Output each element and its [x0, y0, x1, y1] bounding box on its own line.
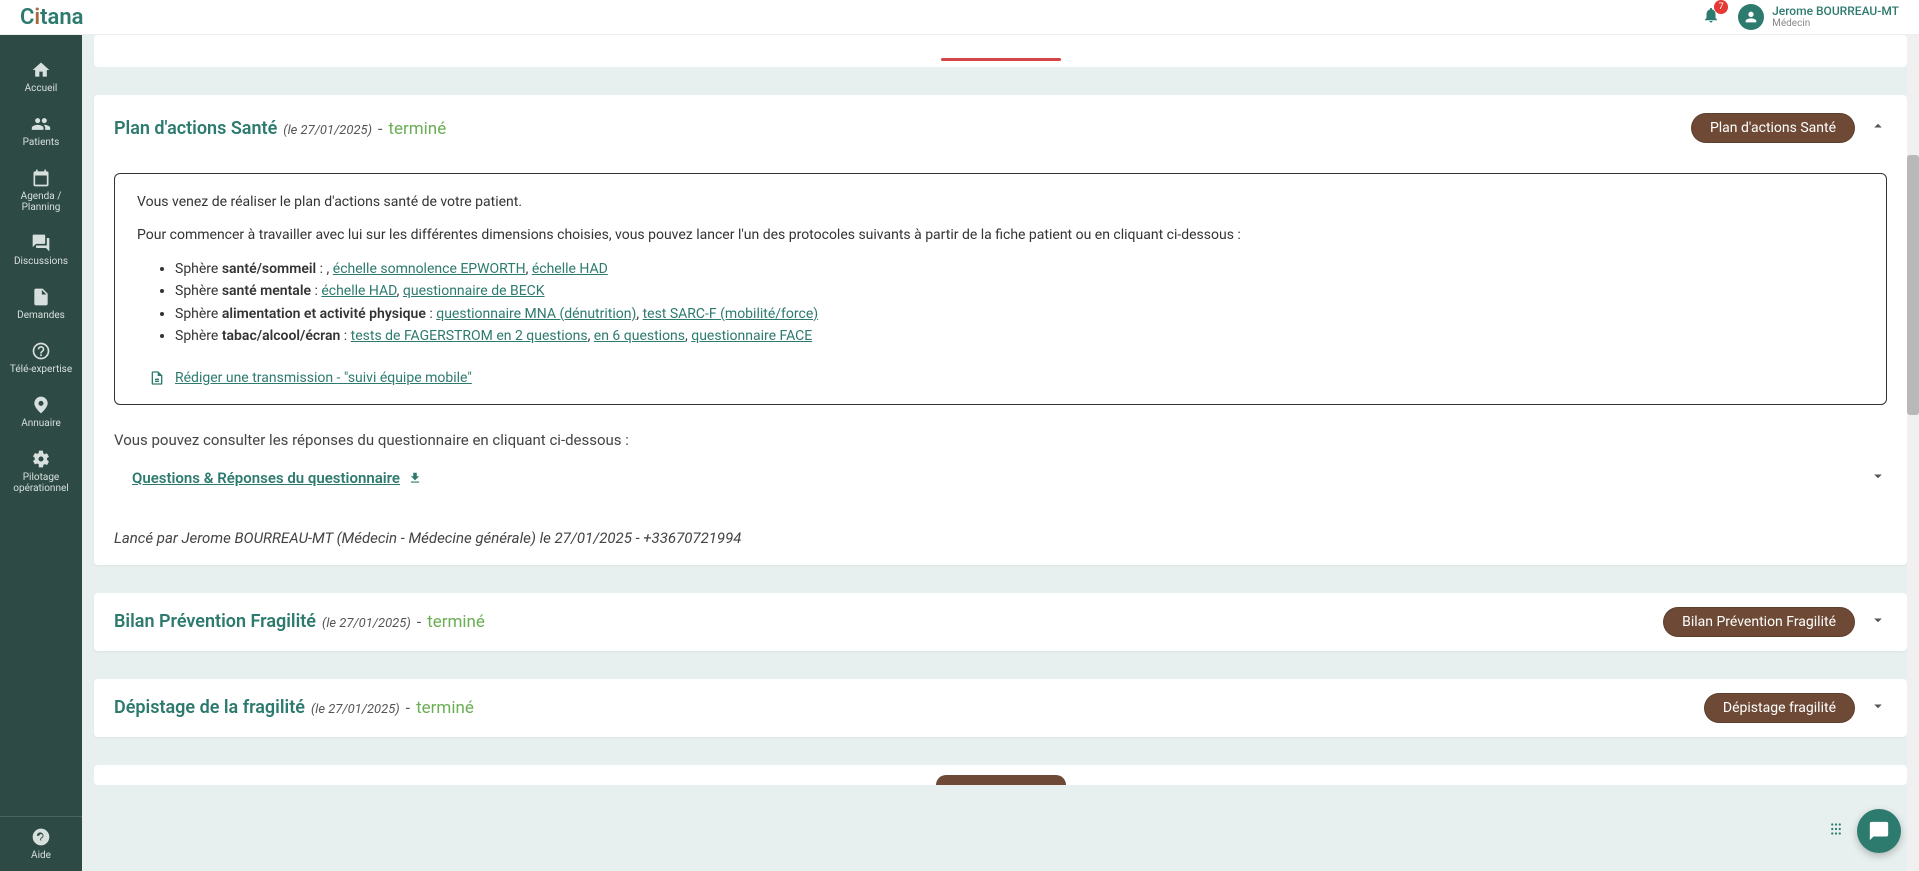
section-chip[interactable]: Dépistage fragilité — [1704, 693, 1855, 723]
scrollbar[interactable] — [1907, 35, 1919, 871]
sidebar-item-annuaire[interactable]: Annuaire — [0, 385, 82, 439]
sidebar-item-label: Patients — [23, 137, 60, 148]
section-title: Plan d'actions Santé — [114, 118, 277, 139]
protocol-link[interactable]: échelle HAD — [532, 261, 608, 277]
sidebar-item-accueil[interactable]: Accueil — [0, 50, 82, 104]
speech-bubble-icon — [1868, 820, 1890, 842]
sidebar-item-pilotage[interactable]: Pilotage opérationnel — [0, 439, 82, 504]
chevron-down-icon — [1869, 697, 1887, 715]
download-icon — [408, 471, 422, 485]
note-icon — [149, 370, 165, 386]
user-name: Jerome BOURREAU-MT — [1772, 5, 1899, 18]
notifications-button[interactable]: 7 — [1702, 6, 1720, 28]
qr-expand-toggle[interactable] — [1869, 467, 1887, 489]
section-depistage-fragilite: Dépistage de la fragilité (le 27/01/2025… — [94, 679, 1907, 737]
sidebar-item-label: Accueil — [25, 83, 58, 94]
section-header[interactable]: Plan d'actions Santé (le 27/01/2025) - t… — [114, 113, 1887, 143]
section-header[interactable]: Bilan Prévention Fragilité (le 27/01/202… — [114, 607, 1887, 637]
settings-icon — [31, 449, 51, 469]
sidebar-item-label: Demandes — [17, 310, 65, 321]
section-date: (le 27/01/2025) — [283, 123, 372, 138]
chevron-down-icon — [1869, 611, 1887, 629]
sidebar: Accueil Patients Agenda / Planning Discu… — [0, 35, 82, 871]
box-lead: Pour commencer à travailler avec lui sur… — [137, 225, 1864, 246]
sidebar-item-label: Télé-expertise — [10, 364, 72, 375]
protocol-link[interactable]: échelle somnolence EPWORTH — [333, 261, 526, 277]
chevron-up-icon — [1869, 117, 1887, 135]
section-chip[interactable]: Plan d'actions Santé — [1691, 113, 1855, 143]
user-role: Médecin — [1772, 18, 1899, 29]
sphere-item: Sphère santé mentale : échelle HAD, ques… — [175, 280, 1864, 302]
floating-actions — [1827, 809, 1901, 853]
sphere-item: Sphère tabac/alcool/écran : tests de FAG… — [175, 325, 1864, 347]
content: Plan d'actions Santé (le 27/01/2025) - t… — [82, 35, 1919, 871]
section-status: terminé — [416, 698, 474, 718]
transmission-row: Rédiger une transmission - "suivi équipe… — [137, 370, 1864, 386]
protocol-link[interactable]: échelle HAD — [321, 283, 396, 299]
sphere-item: Sphère santé/sommeil : , échelle somnole… — [175, 258, 1864, 280]
sidebar-item-demandes[interactable]: Demandes — [0, 277, 82, 331]
consult-text: Vous pouvez consulter les réponses du qu… — [114, 431, 1887, 449]
launched-by: Lancé par Jerome BOURREAU-MT (Médecin - … — [114, 529, 1887, 547]
person-icon — [1743, 9, 1759, 25]
sidebar-item-label: Annuaire — [21, 418, 61, 429]
transmission-link[interactable]: Rédiger une transmission - "suivi équipe… — [175, 370, 472, 386]
sidebar-item-agenda[interactable]: Agenda / Planning — [0, 158, 82, 223]
section-title: Dépistage de la fragilité — [114, 697, 305, 718]
logo[interactable]: Citana — [20, 5, 83, 30]
file-icon — [31, 287, 51, 307]
expand-toggle[interactable] — [1869, 697, 1887, 719]
sidebar-item-label: Pilotage opérationnel — [4, 472, 78, 494]
help-icon — [31, 341, 51, 361]
sphere-item: Sphère alimentation et activité physique… — [175, 303, 1864, 325]
section-date: (le 27/01/2025) — [311, 702, 400, 717]
collapse-toggle[interactable] — [1869, 117, 1887, 139]
expand-toggle[interactable] — [1869, 611, 1887, 633]
protocol-link[interactable]: test SARC-F (mobilité/force) — [643, 306, 819, 322]
protocol-link[interactable]: questionnaire MNA (dénutrition) — [436, 306, 636, 322]
drag-icon — [1827, 820, 1845, 838]
info-box: Vous venez de réaliser le plan d'actions… — [114, 173, 1887, 405]
chevron-down-icon — [1869, 467, 1887, 485]
home-icon — [31, 60, 51, 80]
section-bilan-prevention: Bilan Prévention Fragilité (le 27/01/202… — [94, 593, 1907, 651]
avatar — [1738, 4, 1764, 30]
sphere-list: Sphère santé/sommeil : , échelle somnole… — [137, 258, 1864, 348]
user-menu[interactable]: Jerome BOURREAU-MT Médecin — [1738, 4, 1899, 30]
questions-answers-link[interactable]: Questions & Réponses du questionnaire — [132, 469, 422, 487]
section-plan-actions: Plan d'actions Santé (le 27/01/2025) - t… — [94, 95, 1907, 565]
section-date: (le 27/01/2025) — [322, 616, 411, 631]
protocol-link[interactable]: questionnaire FACE — [691, 328, 812, 344]
section-header[interactable]: Dépistage de la fragilité (le 27/01/2025… — [114, 693, 1887, 723]
sidebar-item-patients[interactable]: Patients — [0, 104, 82, 158]
user-info: Jerome BOURREAU-MT Médecin — [1772, 5, 1899, 29]
calendar-icon — [31, 168, 51, 188]
sidebar-item-teleexpertise[interactable]: Télé-expertise — [0, 331, 82, 385]
protocol-link[interactable]: en 6 questions — [594, 328, 685, 344]
directory-icon — [31, 395, 51, 415]
drag-handle[interactable] — [1827, 820, 1845, 842]
card-stub-top — [94, 35, 1907, 67]
group-icon — [31, 114, 51, 134]
sidebar-item-label: Agenda / Planning — [4, 191, 78, 213]
protocol-link[interactable]: questionnaire de BECK — [403, 283, 545, 299]
sidebar-item-aide[interactable]: Aide — [0, 817, 82, 871]
section-chip[interactable]: Bilan Prévention Fragilité — [1663, 607, 1855, 637]
question-icon — [31, 827, 51, 847]
chat-icon — [31, 233, 51, 253]
scrollbar-thumb[interactable] — [1907, 155, 1919, 415]
protocol-link[interactable]: tests de FAGERSTROM en 2 questions — [351, 328, 588, 344]
sidebar-item-discussions[interactable]: Discussions — [0, 223, 82, 277]
section-status: terminé — [388, 119, 446, 139]
chat-button[interactable] — [1857, 809, 1901, 853]
sidebar-item-label: Aide — [31, 850, 51, 861]
section-title: Bilan Prévention Fragilité — [114, 611, 316, 632]
topbar: Citana 7 Jerome BOURREAU-MT Médecin — [0, 0, 1919, 35]
box-intro: Vous venez de réaliser le plan d'actions… — [137, 192, 1864, 213]
section-status: terminé — [427, 612, 485, 632]
card-stub-bottom — [94, 765, 1907, 785]
notification-count: 7 — [1714, 0, 1728, 14]
sidebar-item-label: Discussions — [14, 256, 68, 267]
